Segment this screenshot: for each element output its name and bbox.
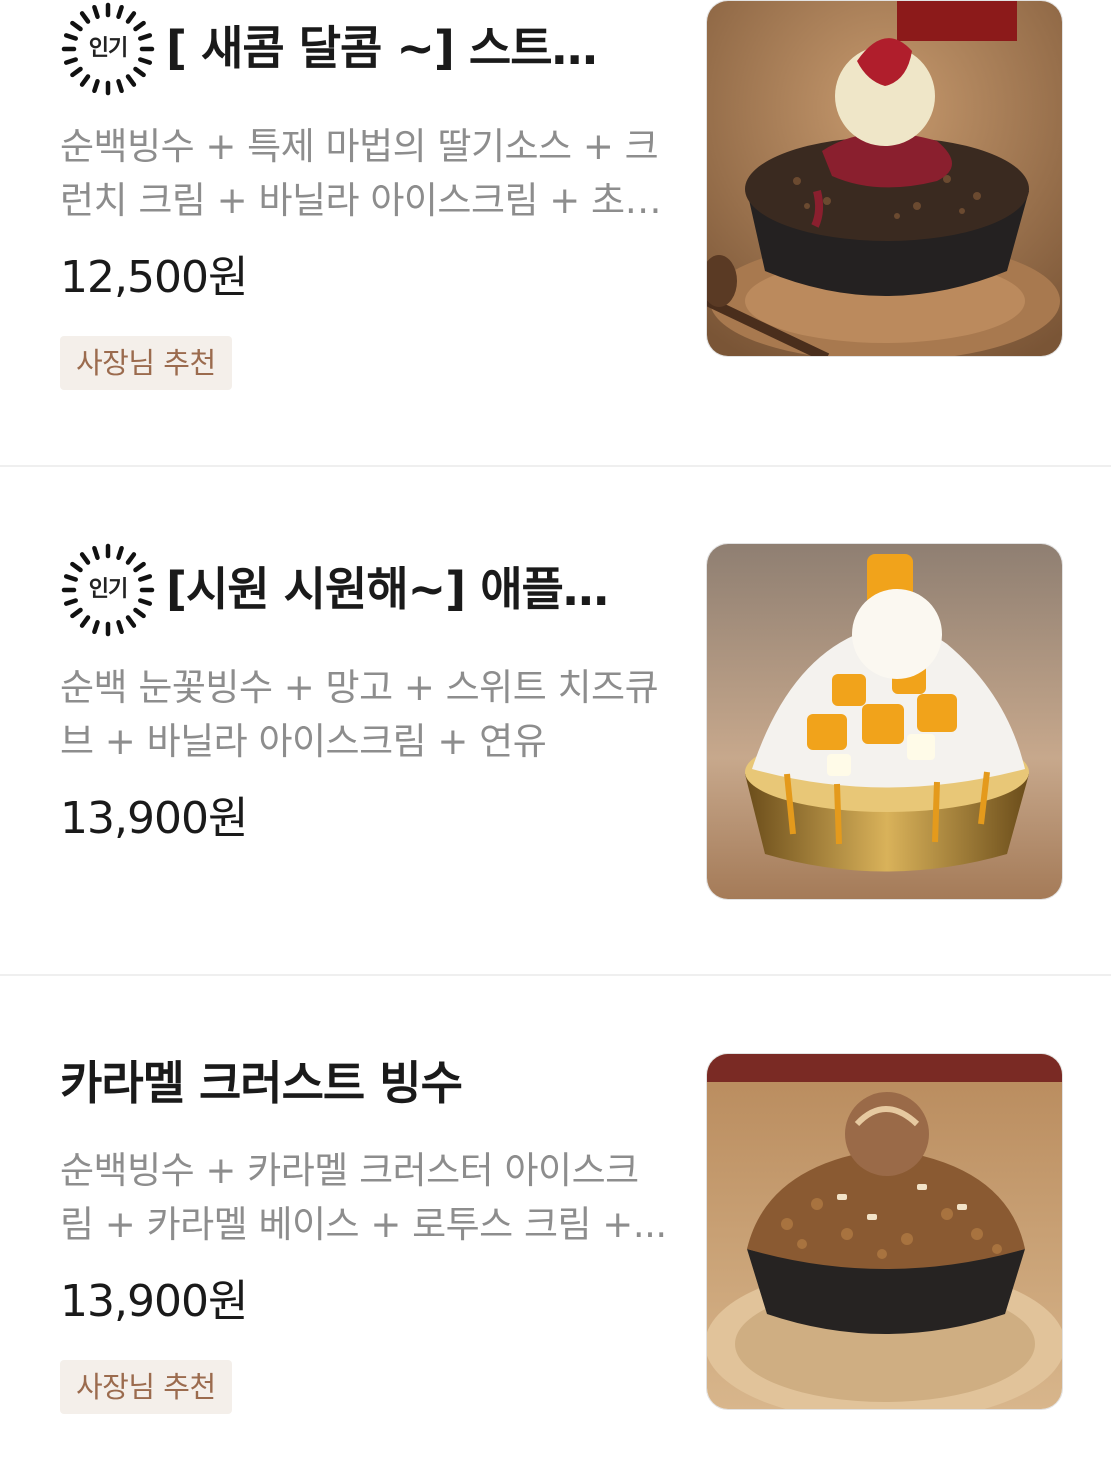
menu-item-text: 카라멜 크러스트 빙수 순백빙수 + 카라멜 크러스터 아이스크림 + 카라멜 … bbox=[60, 1056, 672, 1414]
menu-list: 인기 [ 새콤 달콤 ~] 스트… 순백빙수 + 특제 마법의 딸기소스 + 크… bbox=[0, 0, 1111, 1472]
popular-badge: 인기 bbox=[60, 542, 156, 638]
title-row: 인기 [시원 시원해~] 애플… bbox=[60, 541, 672, 639]
owner-recommend-tag: 사장님 추천 bbox=[60, 1360, 232, 1414]
menu-item-caramel[interactable]: 카라멜 크러스트 빙수 순백빙수 + 카라멜 크러스터 아이스크림 + 카라멜 … bbox=[0, 976, 1111, 1472]
menu-item-strawberry[interactable]: 인기 [ 새콤 달콤 ~] 스트… 순백빙수 + 특제 마법의 딸기소스 + 크… bbox=[0, 0, 1111, 465]
item-price: 13,900원 bbox=[60, 1276, 248, 1327]
item-price: 13,900원 bbox=[60, 793, 248, 844]
item-title: [ 새콤 달콤 ~] 스트… bbox=[166, 21, 597, 76]
menu-item-text: 인기 [ 새콤 달콤 ~] 스트… 순백빙수 + 특제 마법의 딸기소스 + 크… bbox=[60, 0, 672, 390]
menu-item-text: 인기 [시원 시원해~] 애플… 순백 눈꽃빙수 + 망고 + 스위트 치즈큐브… bbox=[60, 541, 672, 847]
owner-recommend-tag: 사장님 추천 bbox=[60, 336, 232, 390]
item-description: 순백빙수 + 카라멜 크러스터 아이스크림 + 카라멜 베이스 + 로투스 크림… bbox=[60, 1149, 667, 1246]
mango-bingsu-photo[interactable] bbox=[706, 543, 1063, 900]
item-title: [시원 시원해~] 애플… bbox=[166, 562, 608, 617]
title-row: 인기 [ 새콤 달콤 ~] 스트… bbox=[60, 0, 672, 98]
badge-label: 인기 bbox=[88, 577, 128, 602]
item-description: 순백빙수 + 특제 마법의 딸기소스 + 크런치 크림 + 바닐라 아이스크림 … bbox=[60, 125, 662, 222]
menu-item-mango[interactable]: 인기 [시원 시원해~] 애플… 순백 눈꽃빙수 + 망고 + 스위트 치즈큐브… bbox=[0, 467, 1111, 974]
item-description: 순백 눈꽃빙수 + 망고 + 스위트 치즈큐브 + 바닐라 아이스크림 + 연유 bbox=[60, 666, 659, 763]
caramel-bingsu-photo[interactable] bbox=[706, 1053, 1063, 1410]
strawberry-bingsu-photo[interactable] bbox=[706, 0, 1063, 357]
item-title: 카라멜 크러스트 빙수 bbox=[60, 1056, 462, 1111]
popular-badge: 인기 bbox=[60, 1, 156, 97]
item-price: 12,500원 bbox=[60, 252, 248, 303]
title-row: 카라멜 크러스트 빙수 bbox=[60, 1056, 672, 1111]
badge-label: 인기 bbox=[88, 36, 128, 61]
